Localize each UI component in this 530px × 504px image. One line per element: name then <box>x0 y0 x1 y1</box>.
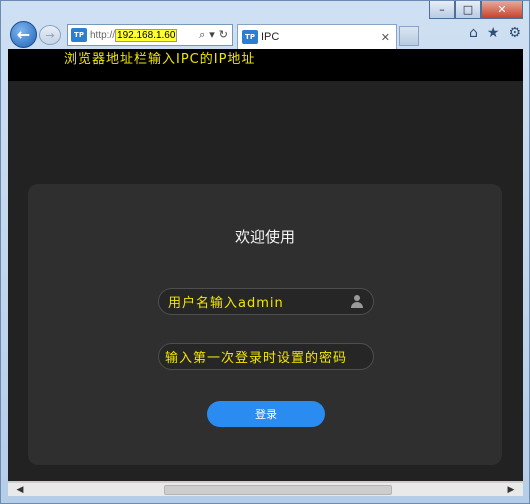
welcome-title: 欢迎使用 <box>234 228 295 246</box>
window-controls: – □ ✕ <box>429 1 523 19</box>
page-viewport: 浏览器地址栏输入IPC的IP地址 欢迎使用 用户名输入admin 输入第一次登录… <box>8 49 523 481</box>
address-actions: ⌕ ▾ ↻ <box>199 28 232 42</box>
browser-window: – □ ✕ ← → TP http:// 192.168.1.60 ⌕ ▾ ↻ … <box>0 0 530 504</box>
refresh-icon[interactable]: ↻ <box>219 28 228 42</box>
site-favicon: TP <box>71 28 87 42</box>
minimize-button[interactable]: – <box>429 1 455 19</box>
username-field[interactable]: 用户名输入admin <box>158 288 374 315</box>
user-icon <box>351 295 363 309</box>
tab-title: IPC <box>261 31 280 43</box>
browser-tools: ⌂ ★ ⚙ <box>469 25 521 41</box>
tab-ipc[interactable]: TP IPC ✕ <box>237 24 397 49</box>
tab-favicon: TP <box>242 30 258 44</box>
address-host[interactable]: 192.168.1.60 <box>115 28 178 42</box>
scroll-right-icon[interactable]: ▶ <box>503 483 519 496</box>
password-field[interactable]: 输入第一次登录时设置的密码 <box>158 343 374 370</box>
scroll-left-icon[interactable]: ◀ <box>12 483 28 496</box>
new-tab-button[interactable] <box>399 26 419 46</box>
login-card: 欢迎使用 用户名输入admin 输入第一次登录时设置的密码 登录 <box>28 184 502 465</box>
close-icon[interactable]: ✕ <box>381 31 390 44</box>
login-button[interactable]: 登录 <box>207 401 325 427</box>
forward-arrow-icon[interactable]: → <box>39 25 61 45</box>
settings-gear-icon[interactable]: ⚙ <box>508 25 521 41</box>
dropdown-icon[interactable]: ▾ <box>209 28 215 42</box>
favorites-star-icon[interactable]: ★ <box>487 25 500 41</box>
close-window-button[interactable]: ✕ <box>481 1 523 19</box>
navigation-bar: ← → TP http:// 192.168.1.60 ⌕ ▾ ↻ TP IPC… <box>1 21 530 49</box>
address-protocol: http:// <box>90 29 116 41</box>
address-bar[interactable]: TP http:// 192.168.1.60 ⌕ ▾ ↻ <box>67 24 233 46</box>
maximize-button[interactable]: □ <box>455 1 481 19</box>
password-annotation: 输入第一次登录时设置的密码 <box>165 351 348 366</box>
home-icon[interactable]: ⌂ <box>469 25 478 41</box>
instruction-banner: 浏览器地址栏输入IPC的IP地址 <box>8 49 523 81</box>
scrollbar-thumb[interactable] <box>164 485 392 495</box>
search-icon[interactable]: ⌕ <box>199 28 205 42</box>
back-arrow-icon[interactable]: ← <box>10 21 37 48</box>
horizontal-scrollbar[interactable]: ◀ ▶ <box>8 482 523 496</box>
username-annotation: 用户名输入admin <box>168 296 284 311</box>
